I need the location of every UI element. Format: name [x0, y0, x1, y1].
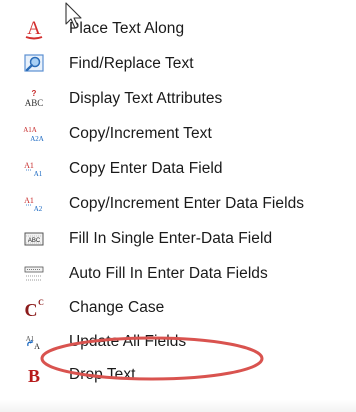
svg-text:A1A: A1A	[23, 126, 37, 134]
find-replace-icon	[22, 52, 46, 76]
menu-item-display-text-attributes[interactable]: ? ABC Display Text Attributes	[0, 81, 356, 117]
menu-item-drop-text[interactable]: B Drop Text	[0, 357, 356, 393]
menu-item-update-all-fields[interactable]: A1 A Update All Fields	[0, 324, 356, 360]
menu-item-label: Copy Enter Data Field	[69, 160, 223, 177]
place-text-along-icon: A	[22, 17, 46, 41]
auto-fill-fields-icon	[22, 262, 46, 286]
svg-text:A: A	[27, 18, 41, 39]
drop-text-icon: B	[22, 363, 46, 387]
menu-item-place-text-along[interactable]: A Place Text Along	[0, 11, 356, 47]
update-fields-icon: A1 A	[22, 330, 46, 354]
change-case-icon: C C	[22, 296, 46, 320]
svg-text:A2: A2	[34, 205, 43, 213]
svg-text:ABC: ABC	[25, 98, 44, 108]
menu-item-label: Update All Fields	[69, 333, 187, 350]
menu-item-label: Display Text Attributes	[69, 90, 223, 107]
menu-item-label: Auto Fill In Enter Data Fields	[69, 265, 268, 282]
svg-text:A2A: A2A	[30, 135, 44, 143]
menu-item-find-replace-text[interactable]: Find/Replace Text	[0, 46, 356, 82]
svg-text:B: B	[28, 366, 40, 386]
menu-item-copy-enter-data-field[interactable]: A1 A1 Copy Enter Data Field	[0, 151, 356, 187]
fill-single-field-icon: ABC	[22, 227, 46, 251]
text-attributes-icon: ? ABC	[22, 87, 46, 111]
svg-text:A1: A1	[24, 161, 34, 170]
menu-item-label: Change Case	[69, 299, 165, 316]
copy-increment-data-fields-icon: A1 A2	[22, 192, 46, 216]
menu-item-label: Copy/Increment Text	[69, 125, 212, 142]
menu-item-copy-increment-data-fields[interactable]: A1 A2 Copy/Increment Enter Data Fields	[0, 186, 356, 222]
menu-item-auto-fill-fields[interactable]: Auto Fill In Enter Data Fields	[0, 256, 356, 292]
menu-item-copy-increment-text[interactable]: A1A A2A Copy/Increment Text	[0, 116, 356, 152]
menu-item-label: Find/Replace Text	[69, 55, 194, 72]
copy-enter-data-field-icon: A1 A1	[22, 157, 46, 181]
svg-text:A1: A1	[24, 196, 34, 205]
text-tools-menu: A Place Text Along Find/Replace Text ? A…	[0, 0, 356, 412]
svg-text:C: C	[25, 300, 38, 320]
menu-bottom-edge	[0, 400, 356, 412]
copy-increment-text-icon: A1A A2A	[22, 122, 46, 146]
menu-item-label: Place Text Along	[69, 20, 185, 37]
mouse-cursor-icon	[65, 2, 82, 29]
svg-text:C: C	[38, 298, 44, 307]
svg-text:A: A	[34, 342, 40, 351]
svg-text:?: ?	[32, 89, 37, 98]
svg-text:A1: A1	[34, 170, 43, 178]
menu-item-fill-single-field[interactable]: ABC Fill In Single Enter-Data Field	[0, 221, 356, 257]
menu-item-change-case[interactable]: C C Change Case	[0, 290, 356, 326]
menu-item-label: Fill In Single Enter-Data Field	[69, 230, 273, 247]
menu-item-label: Drop Text	[69, 366, 136, 383]
menu-item-label: Copy/Increment Enter Data Fields	[69, 195, 305, 212]
